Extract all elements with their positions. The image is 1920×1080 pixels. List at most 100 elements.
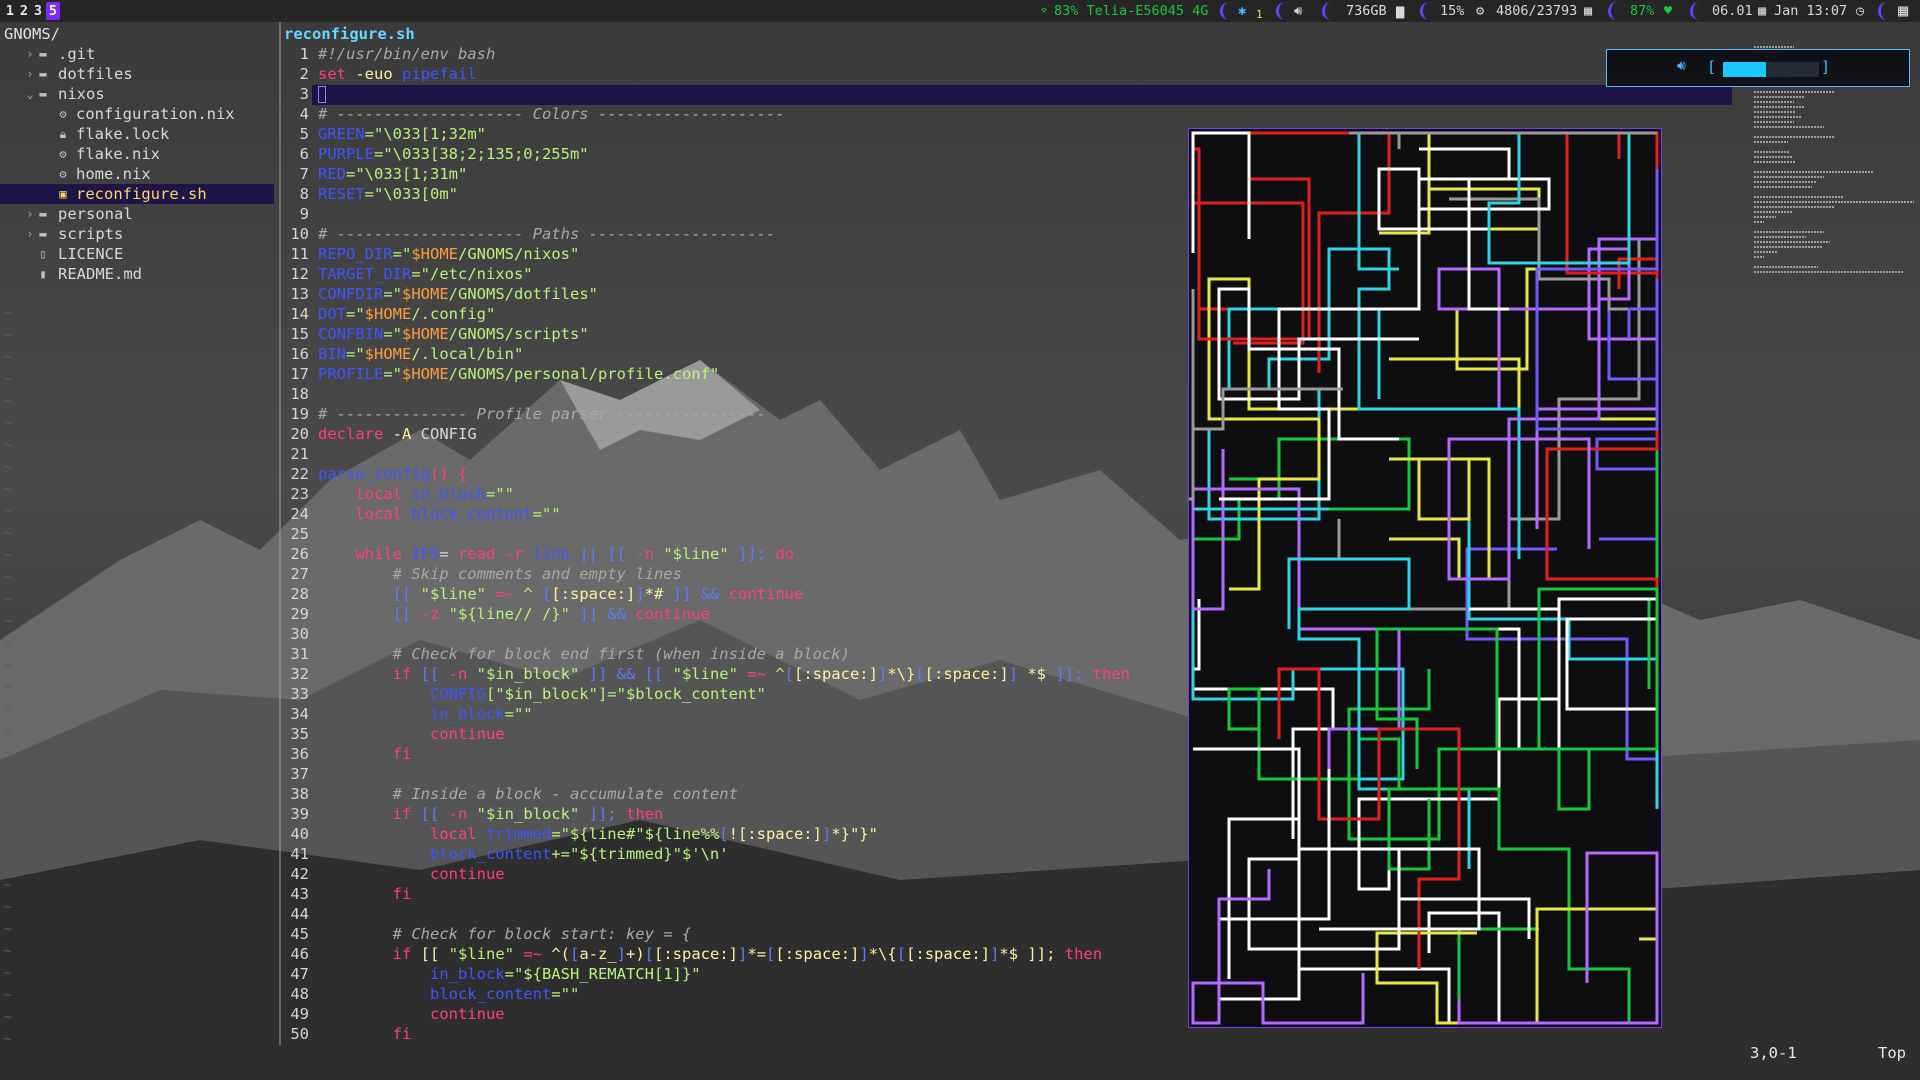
code-line[interactable]: [[ -z "${line// /}" ]] && continue bbox=[318, 604, 710, 624]
code-line[interactable]: # -------------- Profile parser --------… bbox=[318, 404, 766, 424]
minimap-line bbox=[1754, 236, 1806, 238]
code-line[interactable]: set -euo pipefail bbox=[318, 64, 477, 84]
code-token: /.config" bbox=[411, 305, 496, 323]
code-line[interactable]: DOT="$HOME/.config" bbox=[318, 304, 495, 324]
volume-osd: 🔊︎ [ ] bbox=[1606, 49, 1910, 87]
code-token: if bbox=[318, 945, 421, 963]
tree-item[interactable]: › ▬ scripts bbox=[0, 224, 274, 244]
wifi-status[interactable]: 83% Telia-E56045 4G bbox=[1054, 0, 1208, 22]
code-line[interactable]: # -------------------- Paths -----------… bbox=[318, 224, 775, 244]
empty-line-marker: ~ bbox=[4, 306, 12, 321]
code-line[interactable]: RED="\033[1;31m" bbox=[318, 164, 467, 184]
line-number: 19 bbox=[290, 405, 309, 423]
empty-line-marker: ~ bbox=[4, 460, 12, 475]
code-line[interactable]: if [[ "$line" =~ ^([a-z_]+)[[:space:]]*=… bbox=[318, 944, 1102, 964]
code-token: "$line" bbox=[448, 945, 514, 963]
minimap-line bbox=[1754, 256, 1764, 258]
tree-item[interactable]: › ▬ .git bbox=[0, 44, 274, 64]
code-line[interactable]: in_block="${BASH_REMATCH[1]}" bbox=[318, 964, 701, 984]
line-number: 12 bbox=[290, 265, 309, 283]
code-line[interactable]: continue bbox=[318, 724, 505, 744]
workspace-5[interactable]: 5 bbox=[46, 2, 60, 20]
code-line[interactable]: PURPLE="\033[38;2;135;0;255m" bbox=[318, 144, 589, 164]
code-line[interactable]: GREEN="\033[1;32m" bbox=[318, 124, 486, 144]
code-token: ^ bbox=[523, 585, 542, 603]
code-token: RED bbox=[318, 165, 346, 183]
code-line[interactable]: parse_config() { bbox=[318, 464, 467, 484]
code-line[interactable]: continue bbox=[318, 864, 505, 884]
pipes-terminal-window[interactable] bbox=[1188, 128, 1662, 1028]
code-line[interactable]: in_block="" bbox=[318, 704, 533, 724]
tree-item[interactable]: ⚙ flake.nix bbox=[0, 144, 274, 164]
code-token: REPO_DIR bbox=[318, 245, 393, 263]
code-line[interactable]: CONFDIR="$HOME/GNOMS/dotfiles" bbox=[318, 284, 598, 304]
code-line[interactable]: fi bbox=[318, 744, 412, 764]
code-line[interactable]: [[ "$line" =~ ^ [[:space:]]*# ]] && cont… bbox=[318, 584, 804, 604]
code-line[interactable]: CONFBIN="$HOME/GNOMS/scripts" bbox=[318, 324, 589, 344]
code-line[interactable]: local trimmed="${line#"${line%%[![:space… bbox=[318, 824, 878, 844]
shell-file-icon: ▣ bbox=[59, 187, 67, 201]
workspace-2[interactable]: 2 bbox=[17, 2, 31, 20]
code-line[interactable]: BIN="$HOME/.local/bin" bbox=[318, 344, 523, 364]
bluetooth-icon[interactable]: ✱ bbox=[1238, 0, 1246, 22]
code-line[interactable]: local in_block="" bbox=[318, 484, 514, 504]
code-line[interactable]: fi bbox=[318, 1024, 412, 1044]
code-line[interactable]: #!/usr/bin/env bash bbox=[318, 44, 495, 64]
code-minimap[interactable] bbox=[1754, 46, 1914, 326]
text-cursor bbox=[318, 86, 326, 103]
chevron-icon[interactable]: › bbox=[24, 64, 36, 84]
minimap-line bbox=[1754, 136, 1834, 138]
chevron-icon[interactable]: › bbox=[24, 224, 36, 244]
code-line[interactable]: CONFIG["$in_block"]="$block_content" bbox=[318, 684, 766, 704]
tree-item[interactable]: ▣ reconfigure.sh bbox=[0, 184, 274, 204]
code-token: [ bbox=[569, 945, 580, 963]
code-line[interactable]: if [[ -n "$in_block" ]] && [[ "$line" =~… bbox=[318, 664, 1130, 684]
code-line[interactable]: REPO_DIR="$HOME/GNOMS/nixos" bbox=[318, 244, 579, 264]
line-number: 46 bbox=[290, 945, 309, 963]
code-line[interactable]: block_content="" bbox=[318, 984, 579, 1004]
tree-item[interactable]: ⚙ configuration.nix bbox=[0, 104, 274, 124]
minimap-line bbox=[1754, 176, 1824, 178]
code-token: local bbox=[318, 505, 412, 523]
chevron-icon[interactable]: › bbox=[24, 204, 36, 224]
app-grid-icon[interactable]: ▦ bbox=[1898, 0, 1908, 22]
minimap-line bbox=[1754, 171, 1874, 173]
workspace-1[interactable]: 1 bbox=[3, 2, 17, 20]
chevron-icon[interactable]: › bbox=[24, 44, 36, 64]
code-line[interactable]: block_content+="${trimmed}"$'\n' bbox=[318, 844, 729, 864]
code-line[interactable]: # Check for block end first (when inside… bbox=[318, 644, 850, 664]
tree-item[interactable]: ▯ LICENCE bbox=[0, 244, 274, 264]
split-divider[interactable] bbox=[279, 22, 281, 1045]
code-line[interactable]: continue bbox=[318, 1004, 505, 1024]
code-token: TARGET_DIR bbox=[318, 265, 412, 283]
tree-item[interactable]: ▮ README.md bbox=[0, 264, 274, 284]
volume-icon[interactable]: 🔊︎ bbox=[1294, 0, 1303, 22]
code-line[interactable]: # Inside a block - accumulate content bbox=[318, 784, 738, 804]
code-line[interactable]: if [[ -n "$in_block" ]]; then bbox=[318, 804, 664, 824]
code-line[interactable]: fi bbox=[318, 884, 412, 904]
tree-item[interactable]: ⌄ ▬ nixos bbox=[0, 84, 274, 104]
code-line[interactable]: local block_content="" bbox=[318, 504, 560, 524]
code-token: "$in_block" bbox=[476, 665, 580, 683]
tree-item[interactable]: › ▬ personal bbox=[0, 204, 274, 224]
line-number: 44 bbox=[290, 905, 309, 923]
tree-item[interactable]: 🔒︎ flake.lock bbox=[0, 124, 274, 144]
workspace-3[interactable]: 3 bbox=[31, 2, 45, 20]
minimap-line bbox=[1754, 46, 1794, 48]
code-line[interactable]: RESET="\033[0m" bbox=[318, 184, 458, 204]
code-line[interactable]: while IFS= read -r line || [[ -n "$line"… bbox=[318, 544, 794, 564]
line-number: 43 bbox=[290, 885, 309, 903]
datetime[interactable]: Jan 13:07 bbox=[1774, 0, 1847, 22]
bar-separator bbox=[1878, 2, 1889, 20]
code-line[interactable]: TARGET_DIR="/etc/nixos" bbox=[318, 264, 533, 284]
code-line[interactable]: PROFILE="$HOME/GNOMS/personal/profile.co… bbox=[318, 364, 719, 384]
code-line[interactable]: declare -A CONFIG bbox=[318, 424, 477, 444]
code-line[interactable]: # Check for block start: key = { bbox=[318, 924, 692, 944]
tree-item[interactable]: ⚙ home.nix bbox=[0, 164, 274, 184]
code-line[interactable]: # -------------------- Colors ----------… bbox=[318, 104, 785, 124]
code-line[interactable]: # Skip comments and empty lines bbox=[318, 564, 682, 584]
chevron-icon[interactable]: ⌄ bbox=[24, 84, 36, 104]
tree-item[interactable]: › ▬ dotfiles bbox=[0, 64, 274, 84]
code-token: $HOME bbox=[411, 245, 458, 263]
code-token: continue bbox=[728, 585, 804, 603]
